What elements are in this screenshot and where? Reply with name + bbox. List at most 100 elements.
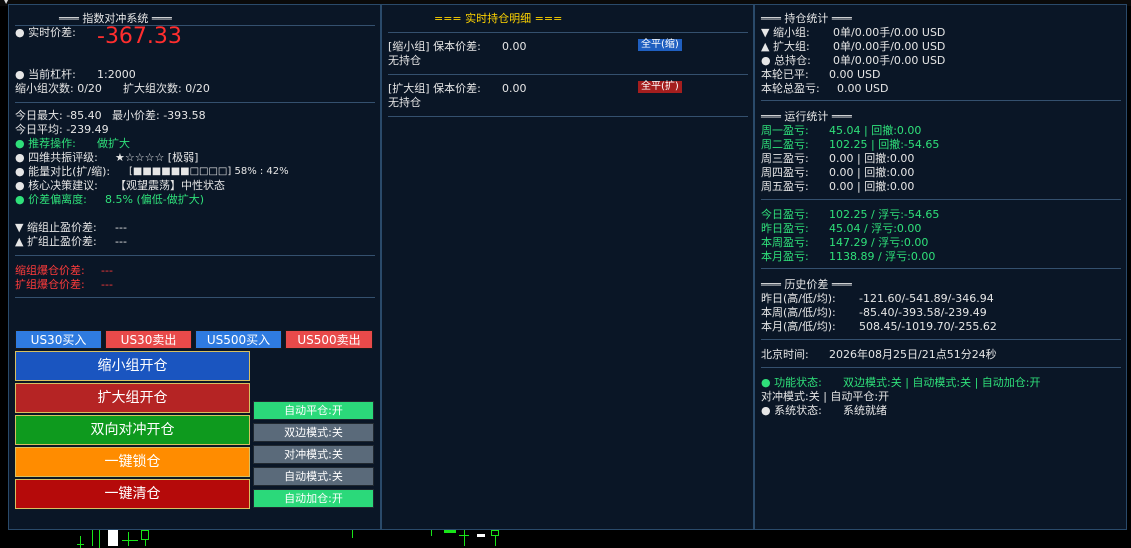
round-closed-value: 0.00 USD <box>829 68 881 81</box>
realtime-spread-label: ● 实时价差: <box>15 26 76 39</box>
divider <box>761 199 1121 200</box>
pos-total-value: 0单/0.00手/0.00 USD <box>833 54 946 67</box>
function-status-label: ● 功能状态: <box>761 376 822 389</box>
round-total-label: 本轮总盈亏: <box>761 82 820 95</box>
expand-liq-label: 扩组爆仓价差: <box>15 278 85 291</box>
period-value: 1138.89 / 浮亏:0.00 <box>829 250 936 263</box>
period-value: 102.25 / 浮亏:-54.65 <box>829 208 940 221</box>
today-avg: 今日平均: -239.49 <box>15 123 109 136</box>
divider <box>761 339 1121 340</box>
divider <box>388 74 748 75</box>
history-label: 昨日(高/低/均): <box>761 292 836 305</box>
close-shrink-button[interactable]: 全平(缩) <box>638 39 682 51</box>
run-stats-title: ═══ 运行统计 ═══ <box>761 110 852 123</box>
candle-body <box>444 530 456 533</box>
candle-wick <box>92 530 93 546</box>
close-all-button[interactable]: 一键清仓 <box>15 479 250 509</box>
shrink-liq-value: --- <box>101 264 113 277</box>
min-spread: 最小价差: -393.58 <box>112 109 206 122</box>
shrink-tp-label: ▼ 缩组止盈价差: <box>15 221 97 234</box>
candle-wick <box>352 530 353 538</box>
shrink-status: 无持仓 <box>388 54 421 67</box>
round-closed-label: 本轮已平: <box>761 68 809 81</box>
beijing-time-label: 北京时间: <box>761 348 809 361</box>
auto-close-toggle[interactable]: 自动平仓:开 <box>253 401 374 420</box>
lock-button[interactable]: 一键锁仓 <box>15 447 250 477</box>
expand-group-line: [扩大组] 保本价差: <box>388 82 481 95</box>
shrink-tp-value: --- <box>115 221 127 234</box>
divider <box>761 367 1121 368</box>
us500-sell-button[interactable]: US500卖出 <box>285 330 373 349</box>
deviation-value: 8.5% (偏低-做扩大) <box>105 193 204 206</box>
shrink-breakeven: 0.00 <box>502 40 527 53</box>
beijing-time-value: 2026年08月25日/21点51分24秒 <box>829 348 997 361</box>
us30-buy-button[interactable]: US30买入 <box>15 330 102 349</box>
candle-tick <box>77 544 84 545</box>
divider <box>761 100 1121 101</box>
expand-breakeven: 0.00 <box>502 82 527 95</box>
weekday-value: 0.00 | 回撤:0.00 <box>829 166 915 179</box>
expand-count: 扩大组次数: 0/20 <box>123 82 210 95</box>
history-value: 508.45/-1019.70/-255.62 <box>859 320 997 333</box>
open-hedge-button[interactable]: 双向对冲开仓 <box>15 415 250 445</box>
position-stats-title: ═══ 持仓统计 ═══ <box>761 12 852 25</box>
system-status-label: ● 系统状态: <box>761 404 822 417</box>
recommend-value: 做扩大 <box>97 137 130 150</box>
divider <box>15 255 375 256</box>
weekday-value: 45.04 | 回撤:0.00 <box>829 124 922 137</box>
open-expand-button[interactable]: 扩大组开仓 <box>15 383 250 413</box>
deviation-label: ● 价差偏离度: <box>15 193 87 206</box>
weekday-label: 周一盈亏: <box>761 124 809 137</box>
history-label: 本周(高/低/均): <box>761 306 836 319</box>
close-expand-button[interactable]: 全平(扩) <box>638 81 682 93</box>
weekday-value: 0.00 | 回撤:0.00 <box>829 152 915 165</box>
period-label: 今日盈亏: <box>761 208 809 221</box>
bilateral-mode-toggle[interactable]: 双边模式:关 <box>253 423 374 442</box>
period-label: 本周盈亏: <box>761 236 809 249</box>
auto-mode-toggle[interactable]: 自动模式:关 <box>253 467 374 486</box>
history-title: ═══ 历史价差 ═══ <box>761 278 852 291</box>
pos-shrink-label: ▼ 缩小组: <box>761 26 810 39</box>
candle-wick <box>80 536 81 548</box>
pos-expand-value: 0单/0.00手/0.00 USD <box>833 40 946 53</box>
expand-status: 无持仓 <box>388 96 421 109</box>
mid-panel-positions: === 实时持仓明细 === [缩小组] 保本价差: 0.00 全平(缩) 无持… <box>381 4 754 530</box>
function-status-line2: 对冲模式:关 | 自动平仓:开 <box>761 390 890 403</box>
expand-tp-value: --- <box>115 235 127 248</box>
divider <box>761 268 1121 269</box>
expand-tp-label: ▲ 扩组止盈价差: <box>15 235 97 248</box>
left-panel-index-hedge: ═══ 指数对冲系统 ═══ ● 实时价差: -367.33 ● 当前杠杆: 1… <box>8 4 381 530</box>
right-panel-statistics: ═══ 持仓统计 ═══ ▼ 缩小组: 0单/0.00手/0.00 USD ▲ … <box>754 4 1127 530</box>
candle-wick <box>128 532 129 546</box>
open-shrink-button[interactable]: 缩小组开仓 <box>15 351 250 381</box>
shrink-count: 缩小组次数: 0/20 <box>15 82 102 95</box>
auto-add-toggle[interactable]: 自动加仓:开 <box>253 489 374 508</box>
candle-body <box>108 530 118 546</box>
panel-title: === 实时持仓明细 === <box>434 12 563 25</box>
candle-wick <box>495 536 496 546</box>
leverage-label: ● 当前杠杆: <box>15 68 76 81</box>
candle-wick <box>99 530 100 548</box>
history-value: -85.40/-393.58/-239.49 <box>859 306 987 319</box>
period-label: 昨日盈亏: <box>761 222 809 235</box>
divider <box>15 102 375 103</box>
us500-buy-button[interactable]: US500买入 <box>195 330 282 349</box>
candle-tick <box>122 540 138 541</box>
leverage-value: 1:2000 <box>97 68 136 81</box>
resonance-value: ★☆☆☆☆ [极弱] <box>115 151 199 164</box>
resonance-label: ● 四维共振评级: <box>15 151 98 164</box>
today-max: 今日最大: -85.40 <box>15 109 102 122</box>
period-value: 45.04 / 浮亏:0.00 <box>829 222 922 235</box>
history-value: -121.60/-541.89/-346.94 <box>859 292 994 305</box>
us30-sell-button[interactable]: US30卖出 <box>105 330 192 349</box>
weekday-label: 周二盈亏: <box>761 138 809 151</box>
system-status-value: 系统就绪 <box>843 404 887 417</box>
weekday-value: 102.25 | 回撤:-54.65 <box>829 138 940 151</box>
candle-wick <box>431 530 432 536</box>
hedge-mode-toggle[interactable]: 对冲模式:关 <box>253 445 374 464</box>
weekday-label: 周四盈亏: <box>761 166 809 179</box>
weekday-label: 周三盈亏: <box>761 152 809 165</box>
core-value: 【观望震荡】中性状态 <box>115 179 225 192</box>
chart-background <box>0 530 1131 548</box>
weekday-label: 周五盈亏: <box>761 180 809 193</box>
